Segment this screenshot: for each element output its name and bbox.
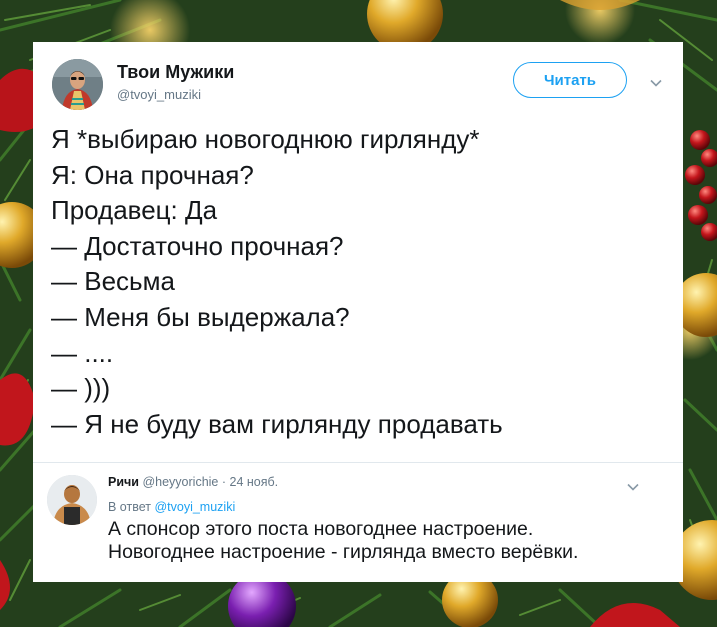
tweet-line: Продавец: Да (51, 195, 218, 226)
tweet-line: — .... (51, 337, 114, 368)
follow-button[interactable]: Читать (513, 62, 627, 98)
tweet-line: — Весьма (51, 266, 175, 297)
tweet-line: Я *выбираю новогоднюю гирлянду* (51, 124, 480, 154)
reply-line: Новогоднее настроение - гирлянда вместо … (108, 541, 579, 563)
reply-line: А спонсор этого поста новогоднее настрое… (108, 518, 534, 540)
chevron-down-icon[interactable] (648, 75, 664, 91)
reply-author-avatar[interactable] (47, 475, 97, 525)
tweet-card: Твои Мужики @tvoyi_muziki Читать Я *выби… (33, 42, 683, 582)
tweet-line: — ))) (51, 373, 111, 404)
reply-date[interactable]: 24 нояб. (230, 475, 279, 489)
tweet-line: — Достаточно прочная? (51, 230, 344, 261)
reply-text: А спонсор этого поста новогоднее настрое… (108, 518, 678, 564)
reply-to-label: В ответ (108, 500, 151, 514)
author-avatar[interactable] (52, 59, 103, 110)
tweet-text: Я *выбираю новогоднюю гирлянду* Я: Она п… (51, 122, 671, 442)
divider (33, 462, 683, 463)
author-handle[interactable]: @tvoyi_muziki (117, 87, 201, 102)
reply-author-handle[interactable]: @heyyorichie (142, 475, 218, 489)
reply-meta: Ричи @heyyorichie · 24 нояб. (108, 475, 278, 489)
reply-author-name[interactable]: Ричи (108, 475, 139, 489)
reply-separator: · (221, 475, 227, 489)
author-name[interactable]: Твои Мужики (117, 62, 234, 83)
chevron-down-icon[interactable] (625, 479, 641, 495)
reply-to-line: В ответ @tvoyi_muziki (108, 500, 235, 514)
tweet-line: Я: Она прочная? (51, 159, 254, 190)
tweet-line: — Я не буду вам гирлянду продавать (51, 408, 503, 439)
tweet-line: — Меня бы выдержала? (51, 301, 350, 332)
reply-to-handle[interactable]: @tvoyi_muziki (154, 500, 235, 514)
